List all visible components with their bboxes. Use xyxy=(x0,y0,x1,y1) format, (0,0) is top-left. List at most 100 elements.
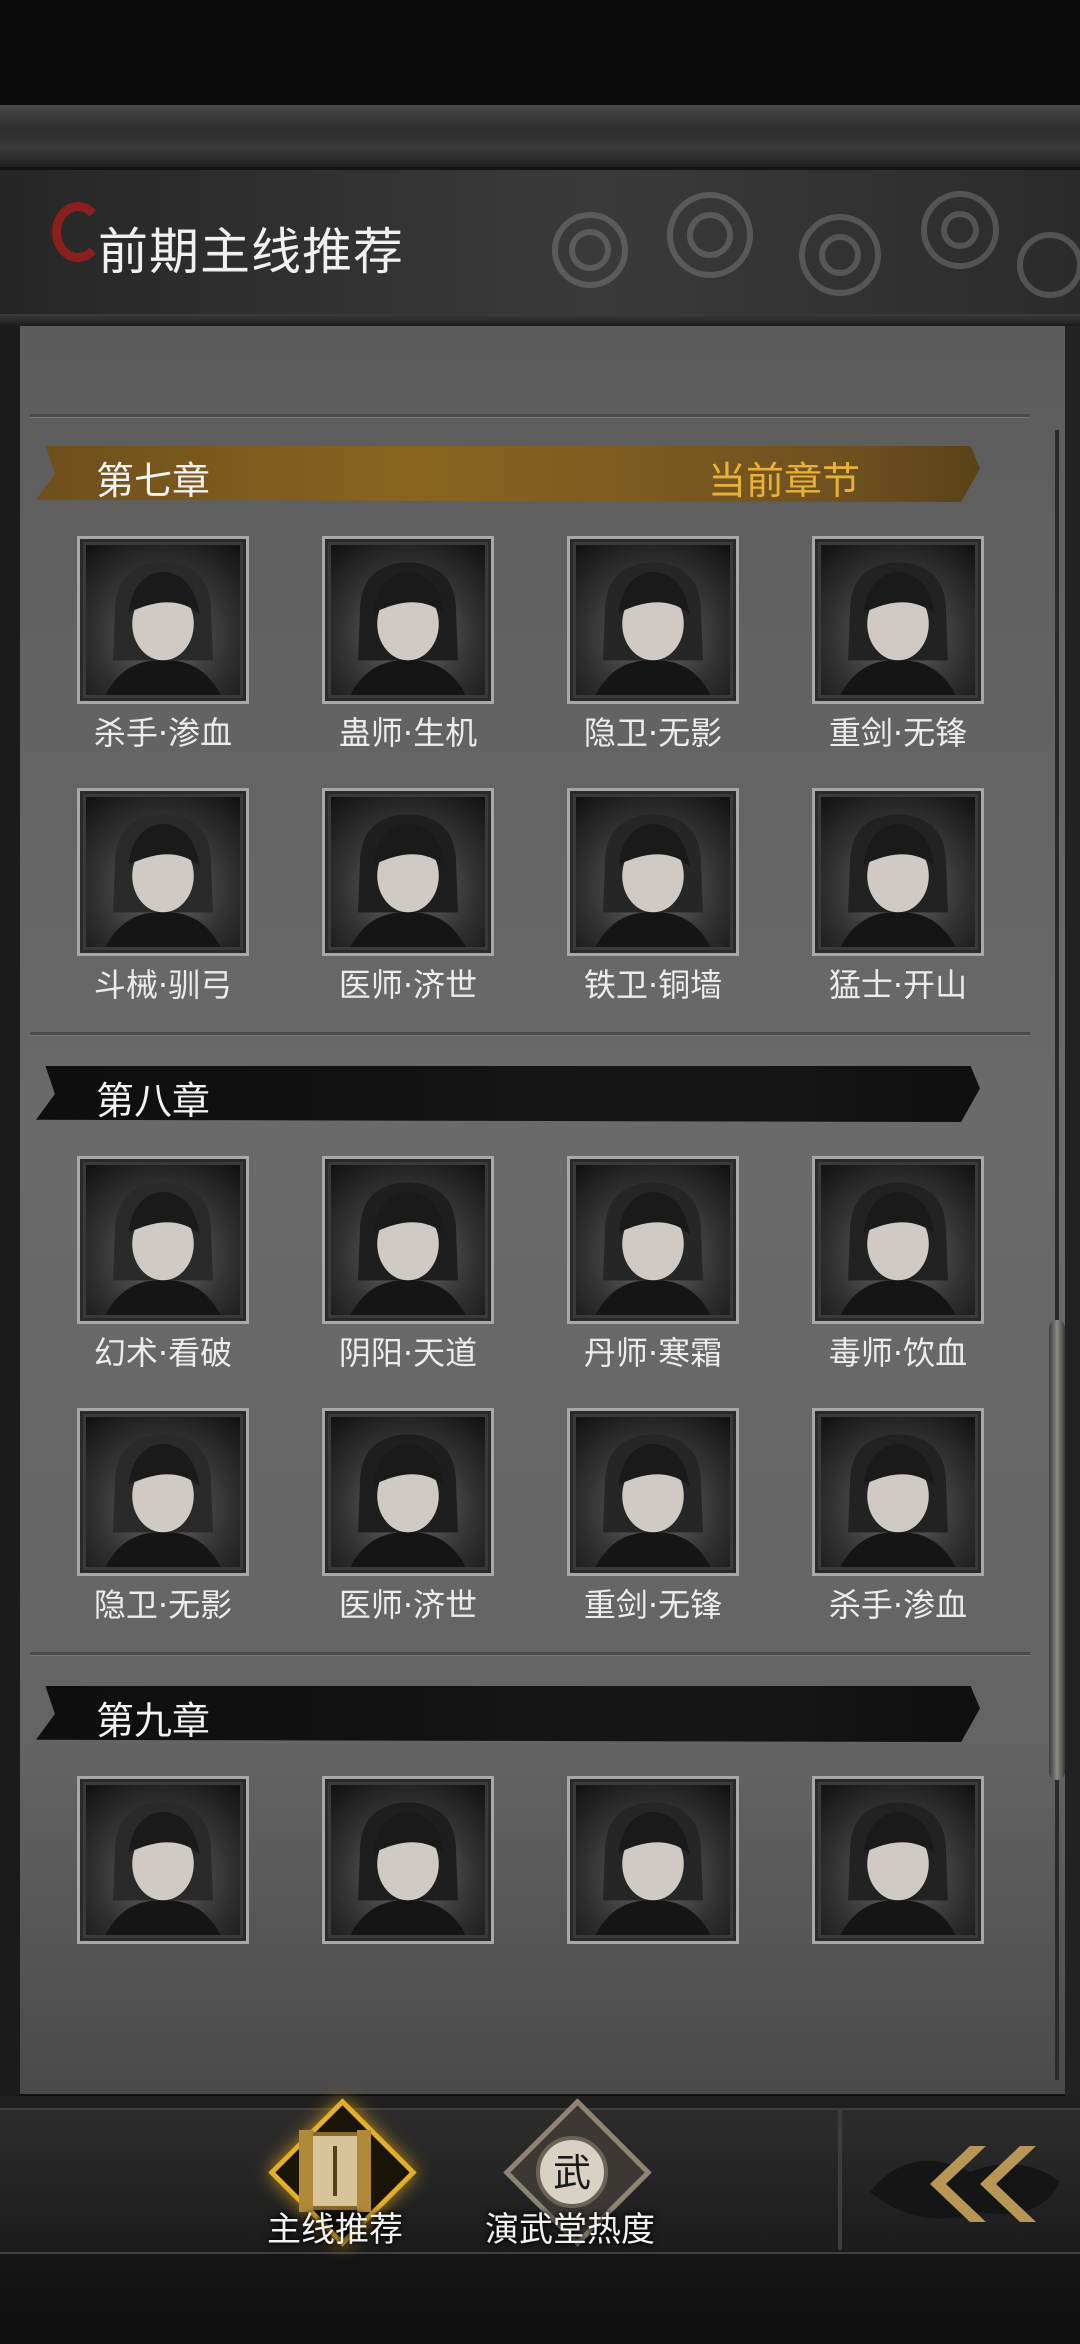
hero-avatar-icon xyxy=(840,1802,956,1935)
hero-avatar-icon xyxy=(595,1802,711,1935)
chapter-title: 第七章 xyxy=(96,459,211,503)
hero-portrait xyxy=(86,1785,240,1935)
divider xyxy=(30,1032,1030,1035)
hero-name: 蛊师·生机 xyxy=(338,714,478,752)
hero-avatar-icon xyxy=(840,1182,956,1315)
hero-portrait xyxy=(576,1165,730,1315)
hero-card[interactable] xyxy=(322,1156,494,1324)
hero-card[interactable] xyxy=(322,1408,494,1576)
page-title: 前期主线推荐 xyxy=(98,223,404,281)
hero-name: 隐卫·无影 xyxy=(93,1586,233,1624)
arena-heat-label: 演武堂热度 xyxy=(485,2210,655,2250)
panel-right-edge xyxy=(1065,326,1080,2096)
nav-separator xyxy=(838,2108,842,2250)
divider xyxy=(30,1652,1030,1655)
scroll-book-icon xyxy=(299,2130,371,2212)
hero-card[interactable] xyxy=(77,788,249,956)
arena-heat-tab[interactable]: 武 演武堂热度 xyxy=(470,2098,670,2258)
hero-card[interactable] xyxy=(567,536,739,704)
hero-name: 重剑·无锋 xyxy=(828,714,968,752)
hero-portrait xyxy=(86,545,240,695)
current-chapter-badge: 当前章节 xyxy=(707,459,860,503)
divider xyxy=(30,414,1030,417)
hero-avatar-icon xyxy=(350,1182,466,1315)
hero-portrait xyxy=(821,1165,975,1315)
hero-name: 阴阳·天道 xyxy=(338,1334,478,1372)
frame-rail xyxy=(0,314,1080,326)
hero-name: 医师·济世 xyxy=(338,966,478,1004)
hero-card[interactable] xyxy=(322,1776,494,1944)
title-mark-icon xyxy=(52,202,104,262)
hero-card[interactable] xyxy=(77,1156,249,1324)
hero-card[interactable] xyxy=(812,1776,984,1944)
hero-card[interactable] xyxy=(567,1408,739,1576)
chapter-header-7: 第七章 当前章节 xyxy=(36,446,980,502)
hero-portrait xyxy=(821,1417,975,1567)
hero-portrait xyxy=(331,1165,485,1315)
hero-name: 医师·济世 xyxy=(338,1586,478,1624)
hero-avatar-icon xyxy=(350,1434,466,1567)
hero-name: 铁卫·铜墙 xyxy=(583,966,723,1004)
hero-portrait xyxy=(331,797,485,947)
panel-left-edge xyxy=(0,326,20,2096)
hero-name: 杀手·渗血 xyxy=(93,714,233,752)
hero-name: 丹师·寒霜 xyxy=(583,1334,723,1372)
hero-avatar-icon xyxy=(105,814,221,947)
hero-avatar-icon xyxy=(840,1434,956,1567)
hero-card[interactable] xyxy=(812,788,984,956)
chapter-header-9: 第九章 xyxy=(36,1686,980,1742)
main-quest-tab[interactable]: 主线推荐 xyxy=(235,2098,435,2258)
chapter-list-panel[interactable]: 第七章 当前章节 第八章 第九章 杀手·渗血 蛊师·生机 隐卫·无影 重剑·无锋 斗械·… xyxy=(20,326,1065,2094)
double-chevron-left-icon xyxy=(870,2146,1060,2222)
hero-card[interactable] xyxy=(812,1408,984,1576)
hero-card[interactable] xyxy=(567,1776,739,1944)
hero-portrait xyxy=(821,797,975,947)
hero-avatar-icon xyxy=(595,814,711,947)
collapse-button[interactable] xyxy=(850,2112,1080,2250)
hero-card[interactable] xyxy=(322,788,494,956)
hero-portrait xyxy=(576,545,730,695)
hero-portrait xyxy=(821,1785,975,1935)
arena-glyph: 武 xyxy=(552,2151,591,2195)
hero-name: 猛士·开山 xyxy=(828,966,968,1004)
hero-card[interactable] xyxy=(77,1776,249,1944)
main-quest-label: 主线推荐 xyxy=(267,2210,403,2250)
hero-avatar-icon xyxy=(350,814,466,947)
hero-card[interactable] xyxy=(322,536,494,704)
hero-name: 杀手·渗血 xyxy=(828,1586,968,1624)
hero-avatar-icon xyxy=(840,814,956,947)
hero-avatar-icon xyxy=(105,1182,221,1315)
hero-avatar-icon xyxy=(595,1434,711,1567)
hero-portrait xyxy=(86,1417,240,1567)
hero-avatar-icon xyxy=(350,1802,466,1935)
chapter-header-8: 第八章 xyxy=(36,1066,980,1122)
hero-avatar-icon xyxy=(105,1434,221,1567)
hero-avatar-icon xyxy=(595,562,711,695)
hero-avatar-icon xyxy=(105,1802,221,1935)
hero-card[interactable] xyxy=(812,536,984,704)
hero-portrait xyxy=(576,797,730,947)
hero-card[interactable] xyxy=(567,1156,739,1324)
hero-portrait xyxy=(576,1417,730,1567)
hero-name: 隐卫·无影 xyxy=(583,714,723,752)
hero-portrait xyxy=(821,545,975,695)
hero-avatar-icon xyxy=(350,562,466,695)
hero-portrait xyxy=(331,1785,485,1935)
hero-name: 毒师·饮血 xyxy=(828,1334,968,1372)
hero-avatar-icon xyxy=(840,562,956,695)
hero-portrait xyxy=(86,1165,240,1315)
cloud-ornament-icon xyxy=(552,191,1080,298)
scrollbar-track xyxy=(1055,430,1059,2080)
hero-name: 斗械·驯弓 xyxy=(93,966,233,1004)
hero-card[interactable] xyxy=(77,1408,249,1576)
hero-portrait xyxy=(86,797,240,947)
hero-name: 重剑·无锋 xyxy=(583,1586,723,1624)
scrollbar-thumb[interactable] xyxy=(1049,1320,1065,1780)
frame-top-ornament xyxy=(0,105,1080,170)
hero-portrait xyxy=(331,545,485,695)
hero-card[interactable] xyxy=(77,536,249,704)
hero-card[interactable] xyxy=(812,1156,984,1324)
hero-portrait xyxy=(576,1785,730,1935)
hero-portrait xyxy=(331,1417,485,1567)
hero-card[interactable] xyxy=(567,788,739,956)
